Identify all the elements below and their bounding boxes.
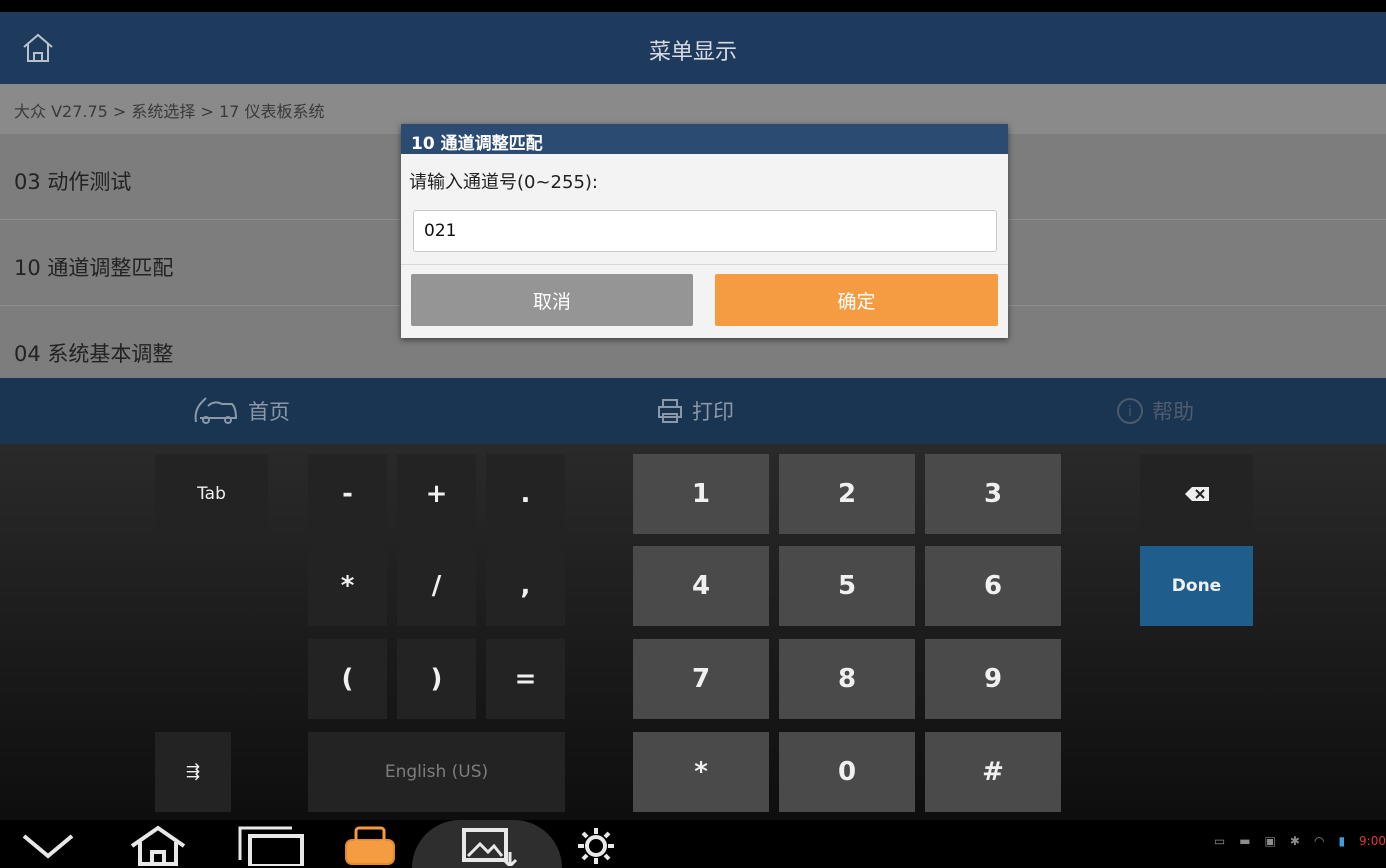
bluetooth-icon: ✱	[1289, 834, 1300, 848]
key-asterisk[interactable]: *	[308, 546, 387, 626]
key-close-paren[interactable]: )	[397, 639, 476, 719]
key-2[interactable]: 2	[779, 454, 915, 534]
key-slash[interactable]: /	[397, 546, 476, 626]
clock: 9:00	[1359, 834, 1386, 848]
status-area: ▭ ▬ ▣ ✱ ◠ ▮ 9:00	[1214, 834, 1386, 848]
wifi-icon: ◠	[1313, 834, 1325, 848]
chevron-down-icon[interactable]	[18, 824, 78, 864]
menu-item-label: 10 通道调整匹配	[14, 256, 174, 280]
svg-text:i: i	[1128, 404, 1132, 420]
key-backspace[interactable]	[1140, 454, 1253, 534]
key-plus[interactable]: +	[397, 454, 476, 534]
keyboard-status-icon: ▭	[1213, 834, 1226, 848]
cancel-button[interactable]: 取消	[411, 274, 693, 326]
key-5[interactable]: 5	[779, 546, 915, 626]
channel-number-input[interactable]: 021	[413, 210, 997, 252]
bottom-function-bar: 首页 打印 i 帮助	[0, 378, 1386, 444]
key-8[interactable]: 8	[779, 639, 915, 719]
usb-status-icon: ▬	[1239, 834, 1251, 848]
screenshot-icon	[462, 828, 518, 866]
key-space-language[interactable]: English (US)	[308, 732, 565, 812]
title-bar: 菜单显示	[0, 12, 1386, 84]
battery-icon: ▮	[1338, 834, 1346, 848]
key-9[interactable]: 9	[925, 639, 1061, 719]
key-hash[interactable]: #	[925, 732, 1061, 812]
print-button-label: 打印	[692, 400, 734, 424]
key-settings[interactable]: ⇶	[155, 732, 231, 812]
printer-icon	[658, 399, 682, 423]
numeric-keyboard: Tab - + . * / , ( ) = 1 2 3 4 5 6 7 8 9 …	[0, 444, 1386, 820]
key-4[interactable]: 4	[633, 546, 769, 626]
key-0[interactable]: 0	[779, 732, 915, 812]
home-nav-icon[interactable]	[126, 824, 190, 866]
key-minus[interactable]: -	[308, 454, 387, 534]
key-1[interactable]: 1	[633, 454, 769, 534]
recent-apps-icon[interactable]	[236, 824, 306, 866]
key-done[interactable]: Done	[1140, 546, 1253, 626]
screenshot-button[interactable]	[412, 820, 562, 868]
key-period[interactable]: .	[486, 454, 565, 534]
confirm-button[interactable]: 确定	[715, 274, 998, 326]
help-button[interactable]: i 帮助	[1116, 396, 1194, 426]
print-button[interactable]: 打印	[656, 396, 734, 426]
gear-icon[interactable]	[572, 824, 620, 866]
key-7[interactable]: 7	[633, 639, 769, 719]
home-button-label: 首页	[248, 400, 290, 424]
help-icon: i	[1117, 398, 1143, 424]
page-title: 菜单显示	[648, 40, 737, 65]
key-equals[interactable]: =	[486, 639, 565, 719]
image-status-icon: ▣	[1264, 834, 1276, 848]
backspace-icon	[1184, 487, 1209, 501]
key-3[interactable]: 3	[925, 454, 1061, 534]
key-tab[interactable]: Tab	[155, 454, 268, 534]
key-comma[interactable]: ,	[486, 546, 565, 626]
dialog-divider	[401, 264, 1008, 265]
key-open-paren[interactable]: (	[308, 639, 387, 719]
channel-input-dialog: 10 通道调整匹配 请输入通道号(0~255): 021 取消 确定	[401, 124, 1008, 338]
menu-item-label: 04 系统基本调整	[14, 342, 174, 366]
home-car-icon	[194, 397, 238, 424]
home-button[interactable]: 首页	[192, 396, 290, 426]
key-6[interactable]: 6	[925, 546, 1061, 626]
menu-item-label: 03 动作测试	[14, 170, 132, 194]
help-button-label: 帮助	[1152, 400, 1194, 424]
system-navigation-bar: ▭ ▬ ▣ ✱ ◠ ▮ 9:00	[0, 820, 1386, 868]
launch-app-icon[interactable]	[340, 824, 400, 866]
dialog-prompt: 请输入通道号(0~255):	[409, 172, 598, 193]
key-star[interactable]: *	[633, 732, 769, 812]
dialog-title: 10 通道调整匹配	[401, 124, 1008, 154]
